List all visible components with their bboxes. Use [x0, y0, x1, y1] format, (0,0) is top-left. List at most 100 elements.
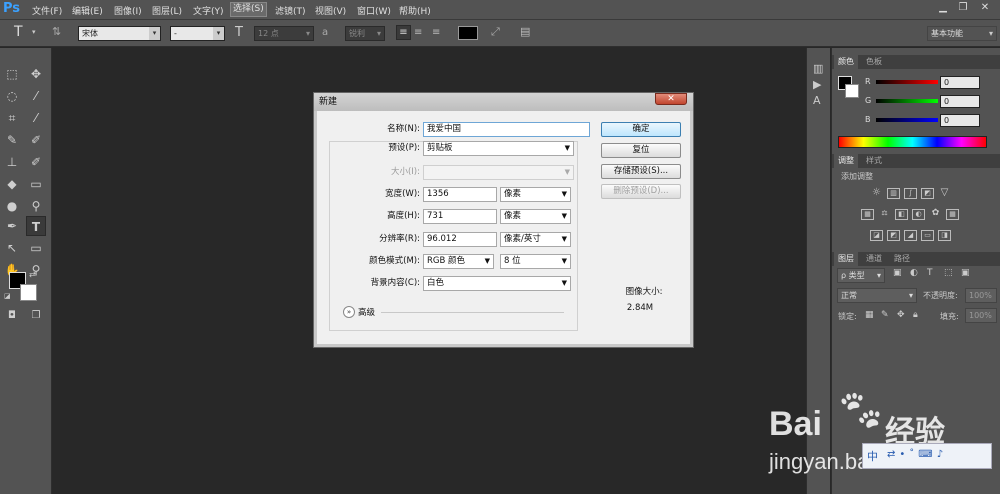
minimize-icon[interactable]: ▁	[935, 2, 951, 15]
lock-all-icon[interactable]: 🔒︎	[913, 310, 918, 320]
antialias-select[interactable]: 锐利 ▾	[345, 26, 385, 41]
tab-color[interactable]: 颜色	[834, 55, 858, 69]
menu-image[interactable]: 图像(I)	[114, 4, 142, 17]
color-lookup-icon[interactable]: ▦	[946, 209, 959, 220]
screen-mode-icon[interactable]: ❐	[26, 306, 46, 326]
posterize-icon[interactable]: ◩	[887, 230, 900, 241]
ok-button[interactable]: 确定	[601, 122, 681, 137]
height-unit-select[interactable]: 像素 ▼	[500, 209, 571, 224]
brightness-icon[interactable]: ☼	[870, 188, 883, 199]
lock-position-icon[interactable]: ✥	[897, 310, 905, 320]
eyedropper-tool-icon[interactable]: ⁄	[26, 108, 46, 128]
green-slider[interactable]	[876, 99, 938, 103]
align-center-icon[interactable]: ≡	[414, 25, 422, 40]
layer-filter-select[interactable]: ρ 类型 ▾	[837, 268, 885, 283]
blue-slider[interactable]	[876, 118, 938, 122]
tool-preset-chevron-icon[interactable]: ▾	[32, 28, 36, 36]
red-value[interactable]: 0	[940, 76, 980, 89]
menu-layer[interactable]: 图层(L)	[152, 4, 182, 17]
channel-mixer-icon[interactable]: ✿	[929, 209, 942, 220]
type-tool-icon[interactable]: T	[26, 216, 46, 236]
font-family-select[interactable]: 宋体 ▾	[78, 26, 161, 41]
text-color-swatch[interactable]	[458, 26, 478, 40]
invert-icon[interactable]: ◪	[870, 230, 883, 241]
color-mode-select[interactable]: RGB 颜色 ▼	[423, 254, 494, 269]
photo-filter-icon[interactable]: ◐	[912, 209, 925, 220]
quick-select-tool-icon[interactable]: ⁄	[26, 86, 46, 106]
filter-type-icon[interactable]: T	[927, 268, 933, 278]
font-style-select[interactable]: - ▾	[170, 26, 225, 41]
marquee-tool-icon[interactable]: ⬚	[2, 64, 22, 84]
color-spectrum-bar[interactable]	[838, 136, 987, 148]
quick-mask-icon[interactable]: ◘	[2, 306, 22, 326]
menu-type[interactable]: 文字(Y)	[193, 4, 224, 17]
character-panel-icon[interactable]: ▤	[520, 25, 530, 38]
tab-adjustments[interactable]: 调整	[834, 154, 858, 168]
dodge-tool-icon[interactable]: ⚲	[26, 196, 46, 216]
red-slider[interactable]	[876, 80, 938, 84]
default-colors-icon[interactable]: ◪	[4, 292, 11, 300]
warp-text-icon[interactable]: ⤢	[491, 25, 500, 39]
tab-paths[interactable]: 路径	[890, 252, 914, 266]
hue-saturation-icon[interactable]: ▦	[861, 209, 874, 220]
font-size-select[interactable]: 12 点 ▾	[254, 26, 314, 41]
filter-shape-icon[interactable]: ⬚	[944, 268, 953, 278]
tab-swatches[interactable]: 色板	[862, 55, 886, 69]
name-input[interactable]: 我爱中国	[423, 122, 590, 137]
clone-stamp-tool-icon[interactable]: ⊥	[2, 152, 22, 172]
menu-file[interactable]: 文件(F)	[32, 4, 62, 17]
restore-icon[interactable]: ❐	[955, 2, 971, 15]
move-tool-icon[interactable]: ✥	[26, 64, 46, 84]
tab-layers[interactable]: 图层	[834, 252, 858, 266]
vibrance-icon[interactable]: ▽	[938, 188, 951, 199]
menu-select[interactable]: 选择(S)	[230, 2, 267, 17]
close-icon[interactable]: ✕	[977, 2, 993, 15]
rectangle-tool-icon[interactable]: ▭	[26, 238, 46, 258]
exposure-icon[interactable]: ◩	[921, 188, 934, 199]
curves-icon[interactable]: ∫	[904, 188, 917, 199]
pen-tool-icon[interactable]: ✒	[2, 216, 22, 236]
advanced-label[interactable]: 高级	[358, 306, 375, 318]
eraser-tool-icon[interactable]: ◆	[2, 174, 22, 194]
type-tool-icon[interactable]: T	[14, 24, 23, 40]
black-white-icon[interactable]: ◧	[895, 209, 908, 220]
character-icon[interactable]: A	[813, 94, 821, 107]
blue-value[interactable]: 0	[940, 114, 980, 127]
menu-edit[interactable]: 编辑(E)	[72, 4, 103, 17]
bit-depth-select[interactable]: 8 位 ▼	[500, 254, 571, 269]
menu-window[interactable]: 窗口(W)	[357, 4, 391, 17]
menu-filter[interactable]: 滤镜(T)	[275, 4, 306, 17]
blend-mode-select[interactable]: 正常 ▾	[837, 288, 917, 303]
crop-tool-icon[interactable]: ⌗	[2, 108, 22, 128]
reset-button[interactable]: 复位	[601, 143, 681, 158]
tab-channels[interactable]: 通道	[862, 252, 886, 266]
history-brush-tool-icon[interactable]: ✐	[26, 152, 46, 172]
levels-icon[interactable]: ▥	[887, 188, 900, 199]
opacity-input[interactable]: 100%	[965, 288, 997, 303]
workspace-select[interactable]: 基本功能 ▾	[927, 26, 997, 41]
width-unit-select[interactable]: 像素 ▼	[500, 187, 571, 202]
resolution-unit-select[interactable]: 像素/英寸 ▼	[500, 232, 571, 247]
actions-icon[interactable]: ▶	[813, 78, 821, 91]
fill-input[interactable]: 100%	[965, 308, 997, 323]
height-input[interactable]: 731	[423, 209, 497, 224]
advanced-expand-icon[interactable]: »	[343, 306, 355, 318]
width-input[interactable]: 1356	[423, 187, 497, 202]
color-balance-icon[interactable]: ⚖	[878, 209, 891, 220]
brush-tool-icon[interactable]: ✐	[26, 130, 46, 150]
background-color-swatch[interactable]	[845, 84, 859, 98]
background-select[interactable]: 白色 ▼	[423, 276, 571, 291]
resolution-input[interactable]: 96.012	[423, 232, 497, 247]
filter-smart-object-icon[interactable]: ▣	[961, 268, 970, 278]
align-right-icon[interactable]: ≡	[432, 25, 440, 40]
gradient-map-icon[interactable]: ◨	[938, 230, 951, 241]
gradient-tool-icon[interactable]: ▭	[26, 174, 46, 194]
filter-adjustment-icon[interactable]: ◐	[910, 268, 918, 278]
menu-view[interactable]: 视图(V)	[315, 4, 346, 17]
filter-pixel-icon[interactable]: ▣	[893, 268, 902, 278]
background-color-swatch[interactable]	[20, 284, 37, 301]
green-value[interactable]: 0	[940, 95, 980, 108]
swap-colors-icon[interactable]: ⇄	[29, 270, 36, 279]
dialog-close-button[interactable]: ✕	[655, 93, 687, 105]
healing-brush-tool-icon[interactable]: ✎	[2, 130, 22, 150]
